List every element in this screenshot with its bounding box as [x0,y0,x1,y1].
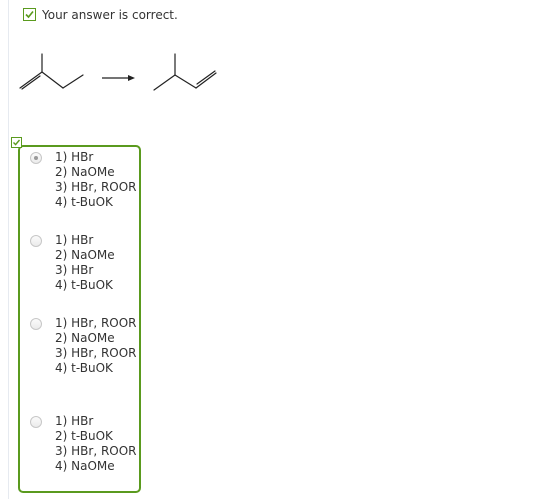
radio-button-option-2[interactable] [30,235,42,247]
left-divider [8,0,9,499]
answer-options-group: 1) HBr 2) NaOMe 3) HBr, ROOR 4) t-BuOK 1… [18,145,141,493]
option-1-steps: 1) HBr 2) NaOMe 3) HBr, ROOR 4) t-BuOK [55,150,137,210]
option-step: 4) t-BuOK [55,278,113,292]
option-step: 4) t-BuOK [55,361,113,375]
radio-button-option-4[interactable] [30,416,42,428]
option-step: 3) HBr, ROOR [55,444,137,458]
reaction-arrow [102,75,135,81]
option-step: 4) NaOMe [55,459,115,473]
answer-option-4[interactable]: 1) HBr 2) t-BuOK 3) HBr, ROOR 4) NaOMe [30,414,137,474]
option-4-steps: 1) HBr 2) t-BuOK 3) HBr, ROOR 4) NaOMe [55,414,137,474]
product-structure [153,53,217,91]
starting-material-structure [19,53,84,90]
option-step: 1) HBr [55,150,94,164]
option-step: 1) HBr [55,414,94,428]
option-step: 2) NaOMe [55,331,115,345]
option-step: 2) t-BuOK [55,429,113,443]
option-step: 3) HBr, ROOR [55,180,137,194]
question-check-icon [11,137,22,148]
option-step: 3) HBr [55,263,94,277]
option-3-steps: 1) HBr, ROOR 2) NaOMe 3) HBr, ROOR 4) t-… [55,316,137,376]
answer-option-1[interactable]: 1) HBr 2) NaOMe 3) HBr, ROOR 4) t-BuOK [30,150,137,210]
option-step: 1) HBr [55,233,94,247]
radio-selected-dot [34,156,38,160]
option-step: 3) HBr, ROOR [55,346,137,360]
answer-option-2[interactable]: 1) HBr 2) NaOMe 3) HBr 4) t-BuOK [30,233,115,293]
reaction-scheme [14,42,224,102]
option-2-steps: 1) HBr 2) NaOMe 3) HBr 4) t-BuOK [55,233,115,293]
feedback-banner: Your answer is correct. [23,6,178,23]
option-step: 4) t-BuOK [55,195,113,209]
option-step: 1) HBr, ROOR [55,316,137,330]
option-step: 2) NaOMe [55,248,115,262]
radio-button-option-3[interactable] [30,318,42,330]
option-step: 2) NaOMe [55,165,115,179]
reaction-scheme-drawing [19,53,217,91]
feedback-message: Your answer is correct. [42,7,178,22]
check-icon [23,8,36,21]
radio-button-option-1[interactable] [30,152,42,164]
answer-option-3[interactable]: 1) HBr, ROOR 2) NaOMe 3) HBr, ROOR 4) t-… [30,316,137,376]
